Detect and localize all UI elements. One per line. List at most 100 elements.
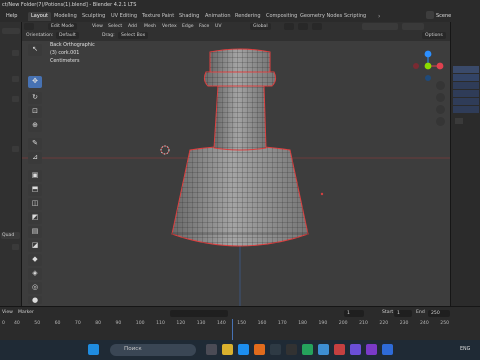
blender-icon[interactable] (254, 344, 265, 355)
3d-cursor[interactable] (160, 145, 170, 155)
menu-select[interactable]: Select (108, 24, 122, 29)
navigation-gizmo[interactable] (410, 48, 446, 84)
language-indicator[interactable]: ENG (460, 347, 470, 352)
tab-geometry-nodes[interactable]: Geometry Nodes (297, 12, 345, 21)
timeline-marker-menu[interactable]: Marker (18, 310, 34, 315)
file-explorer-icon[interactable] (222, 344, 233, 355)
measure-tool-icon[interactable]: ⊿ (28, 152, 42, 164)
cursor-tool-icon[interactable]: ↖ (28, 44, 42, 56)
chevron-right-icon[interactable]: › (378, 13, 380, 20)
ruler-tick-label: 220 (379, 321, 389, 326)
app-icon[interactable] (382, 344, 393, 355)
quad-dropdown[interactable]: Quad (1, 232, 20, 239)
spin-tool-icon[interactable]: ◈ (28, 268, 42, 280)
menu-vertex[interactable]: Vertex (162, 24, 177, 29)
overlay-icon[interactable] (402, 23, 424, 30)
tab-rendering[interactable]: Rendering (232, 12, 264, 21)
property-tab-icon[interactable] (455, 118, 463, 124)
menu-view[interactable]: View (92, 24, 103, 29)
windows-start-icon[interactable] (88, 344, 99, 355)
vscode-icon[interactable] (366, 344, 377, 355)
outliner-row-selected[interactable] (453, 66, 479, 73)
transform-tool-icon[interactable]: ⊕ (28, 120, 42, 132)
menu-edge[interactable]: Edge (182, 24, 194, 29)
mode-dropdown[interactable]: Edit Mode (48, 23, 77, 30)
shear-tool-icon[interactable]: ● (28, 296, 42, 304)
pycharm-icon[interactable] (270, 344, 281, 355)
menu-uv[interactable]: UV (215, 24, 222, 29)
tab-texture-paint[interactable]: Texture Paint (139, 12, 177, 21)
annotate-tool-icon[interactable]: ✎ (28, 138, 42, 150)
scene-icon[interactable] (426, 11, 434, 19)
poly-build-tool-icon[interactable]: ◆ (28, 254, 42, 266)
options-dropdown[interactable]: Options (422, 32, 446, 39)
tab-uv-editing[interactable]: UV Editing (108, 12, 140, 21)
viewport-shading-icons[interactable] (362, 23, 398, 30)
telegram-icon[interactable] (318, 344, 329, 355)
zoom-icon[interactable] (436, 81, 445, 90)
panel-field[interactable] (12, 146, 19, 152)
edge-icon[interactable] (238, 344, 249, 355)
ruler-tick-label: 210 (359, 321, 368, 326)
tab-modeling[interactable]: Modeling (51, 12, 80, 21)
orientation-dropdown[interactable]: Default (56, 32, 79, 39)
tab-layout[interactable]: Layout (28, 12, 51, 21)
transform-orientation-dropdown[interactable]: Global (250, 23, 271, 30)
teams-icon[interactable] (350, 344, 361, 355)
playhead[interactable] (232, 319, 233, 341)
help-menu[interactable]: Help (3, 12, 20, 21)
tab-shading[interactable]: Shading (176, 12, 202, 21)
object-name: (3) cork.001 (50, 51, 80, 56)
editor-type-icon[interactable] (24, 23, 34, 30)
grid-view-icon[interactable] (436, 117, 445, 126)
outliner-row[interactable] (453, 98, 479, 105)
playback-controls[interactable] (170, 310, 228, 317)
panel-field[interactable] (12, 244, 19, 250)
tab-sculpting[interactable]: Sculpting (79, 12, 108, 21)
rotate-tool-icon[interactable]: ↻ (28, 92, 42, 104)
tab-scripting[interactable]: Scripting (341, 12, 369, 21)
add-cube-tool-icon[interactable]: ▣ (28, 170, 42, 182)
tool-settings-bar: Orientation: Default Drag: Select Box Op… (22, 31, 450, 41)
viewport-canvas[interactable] (22, 22, 450, 306)
menu-mesh[interactable]: Mesh (144, 24, 156, 29)
camera-icon[interactable] (436, 105, 445, 114)
tab-animation[interactable]: Animation (202, 12, 234, 21)
3d-viewport[interactable]: Back Orthographic (3) cork.001 Centimete… (22, 22, 450, 306)
pivot-icon[interactable] (284, 23, 294, 30)
proportional-edit-icon[interactable] (312, 23, 322, 30)
task-view-icon[interactable] (206, 344, 217, 355)
extrude-tool-icon[interactable]: ⬒ (28, 184, 42, 196)
drag-dropdown[interactable]: Select Box (118, 32, 149, 39)
menu-face[interactable]: Face (199, 24, 209, 29)
app-icon[interactable] (286, 344, 297, 355)
outliner-row[interactable] (453, 90, 479, 97)
smooth-tool-icon[interactable]: ◎ (28, 282, 42, 294)
end-frame-field[interactable]: 250 (428, 310, 450, 317)
potion-mesh[interactable] (171, 48, 309, 247)
menu-add[interactable]: Add (128, 24, 137, 29)
scale-tool-icon[interactable]: ⊡ (28, 106, 42, 118)
panel-field[interactable] (12, 96, 19, 102)
loop-cut-tool-icon[interactable]: ▤ (28, 226, 42, 238)
select-box-tool-icon[interactable]: ✥ (28, 76, 42, 88)
bevel-tool-icon[interactable]: ◩ (28, 212, 42, 224)
snap-icon[interactable] (298, 23, 308, 30)
outliner-row[interactable] (453, 106, 479, 113)
inset-tool-icon[interactable]: ◫ (28, 198, 42, 210)
ruler-tick-label: 170 (277, 321, 287, 326)
app-icon[interactable] (334, 344, 345, 355)
outliner-row-selected[interactable] (453, 74, 479, 81)
current-frame-field[interactable]: 1 (344, 310, 364, 317)
panel-field[interactable] (2, 28, 20, 34)
outliner-row[interactable] (453, 82, 479, 89)
start-frame-field[interactable]: 1 (394, 310, 412, 317)
panel-field[interactable] (12, 76, 19, 82)
taskbar-search[interactable]: Поиск (110, 344, 196, 356)
knife-tool-icon[interactable]: ◪ (28, 240, 42, 252)
whatsapp-icon[interactable] (302, 344, 313, 355)
tab-compositing[interactable]: Compositing (263, 12, 300, 21)
timeline-view-menu[interactable]: View (2, 310, 13, 315)
hand-pan-icon[interactable] (436, 93, 445, 102)
panel-field[interactable] (12, 50, 19, 56)
